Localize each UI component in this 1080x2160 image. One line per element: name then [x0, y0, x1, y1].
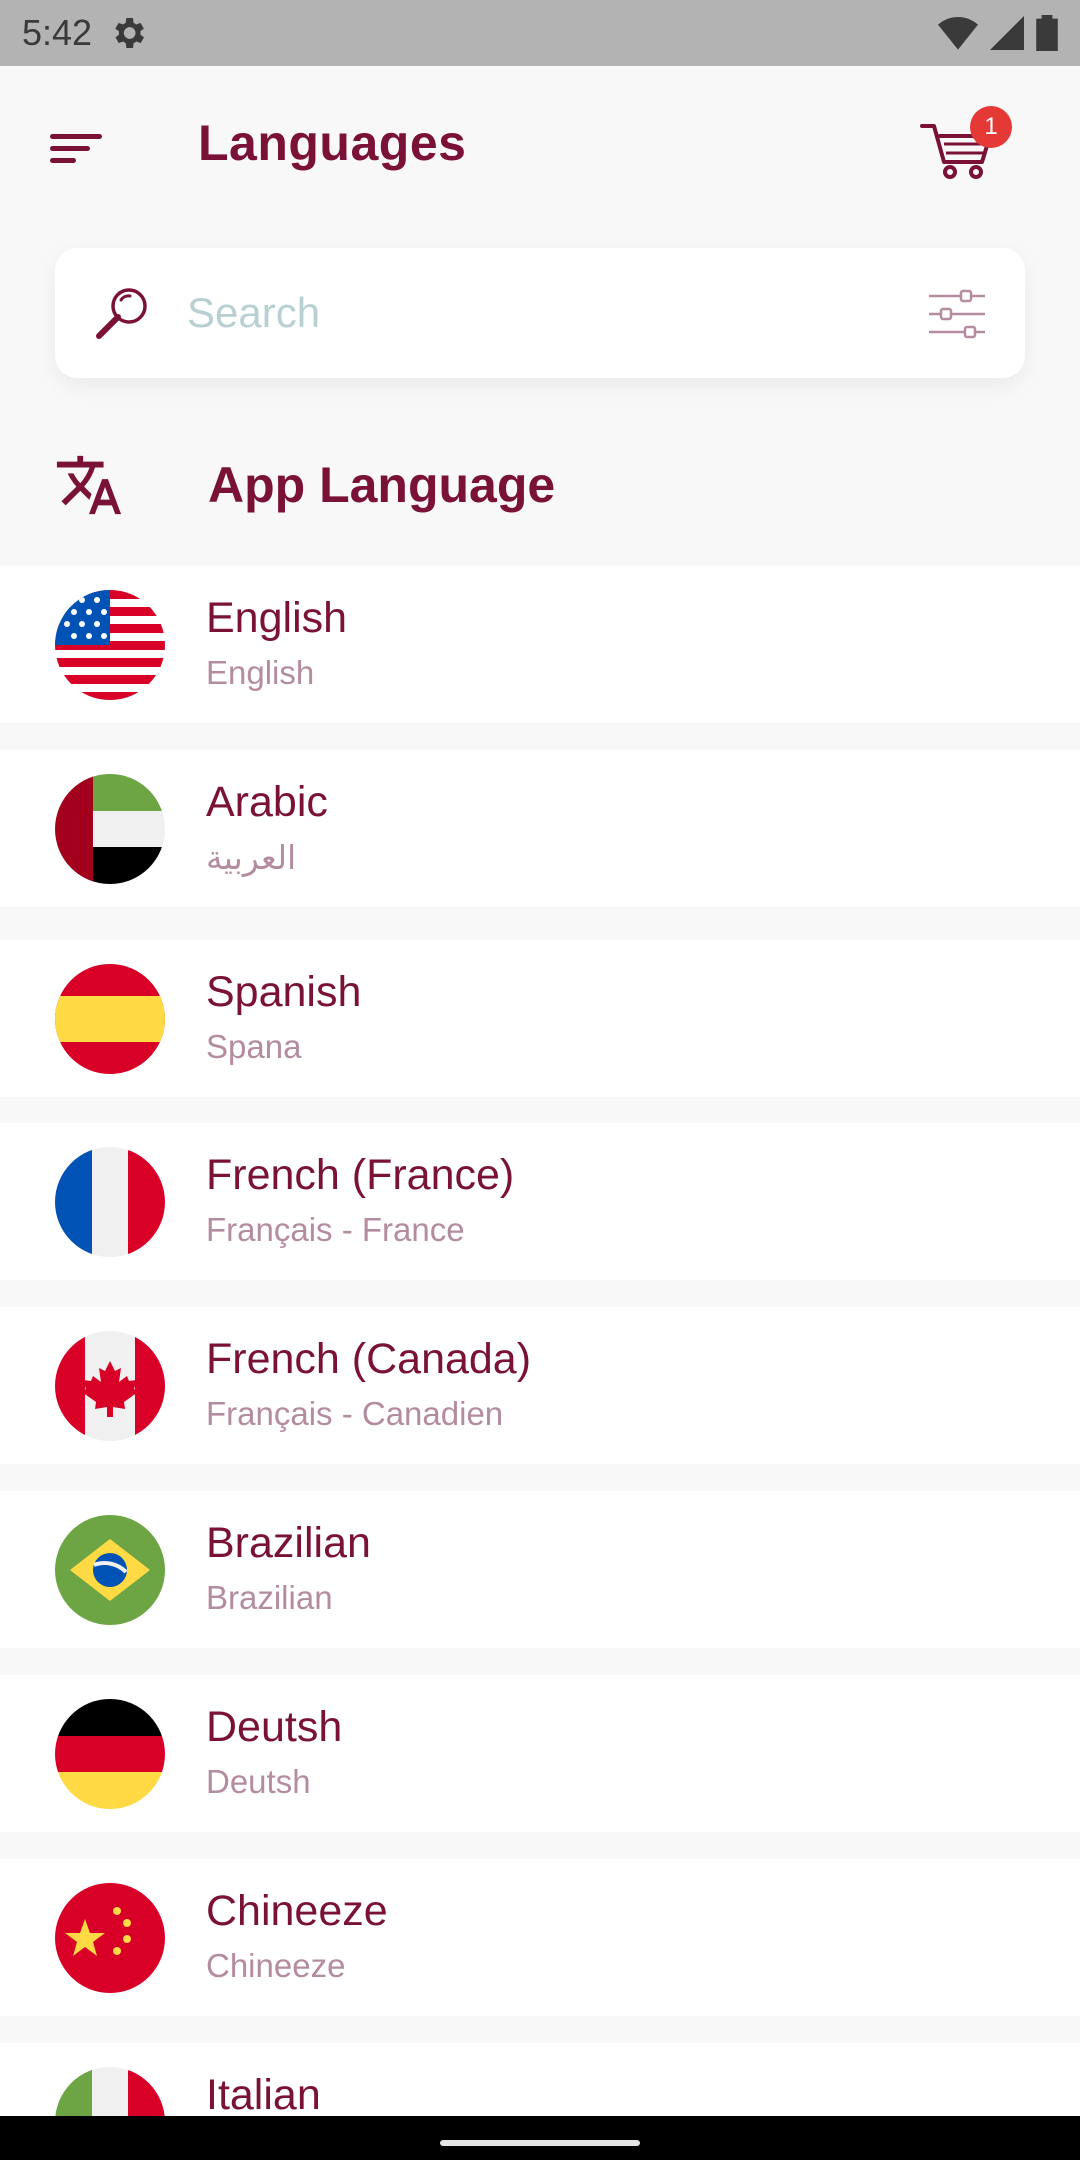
battery-icon [1036, 15, 1058, 51]
language-name: Arabic [206, 778, 328, 826]
germany-flag-icon [55, 1699, 165, 1809]
page-title: Languages [198, 115, 467, 171]
language-name: French (Canada) [206, 1335, 532, 1383]
status-bar: 5:42 [0, 0, 1080, 66]
france-flag-icon [55, 1147, 165, 1257]
language-name: Italian [206, 2071, 321, 2119]
app-screen: Languages 1 Search App Language English … [0, 66, 1080, 2160]
cell-signal-icon [990, 16, 1024, 50]
section-title: App Language [208, 457, 556, 513]
uae-flag-icon [55, 774, 165, 884]
language-name: Chineeze [206, 1887, 388, 1935]
language-item-spanish[interactable]: Spanish Spana [0, 940, 1080, 1097]
language-native-name: English [206, 654, 315, 691]
language-name: English [206, 594, 348, 642]
language-native-name: Spana [206, 1028, 302, 1065]
wifi-icon [938, 17, 978, 50]
language-item-brazilian[interactable]: Brazilian Brazilian [0, 1491, 1080, 1648]
language-native-name: Français - Canadien [206, 1395, 504, 1432]
canada-flag-icon [55, 1331, 165, 1441]
language-item-chineeze[interactable]: Chineeze Chineeze [0, 1859, 1080, 2016]
app-language-header: App Language [0, 426, 1080, 546]
spain-flag-icon [55, 964, 165, 1074]
settings-gear-icon [115, 18, 145, 48]
language-item-deutsh[interactable]: Deutsh Deutsh [0, 1675, 1080, 1832]
language-native-name: Deutsh [206, 1763, 311, 1800]
home-gesture-handle[interactable] [440, 2140, 640, 2146]
language-native-name: Chineeze [206, 1947, 346, 1984]
language-item-french-canada[interactable]: French (Canada) Français - Canadien [0, 1307, 1080, 1464]
language-item-french-france[interactable]: French (France) Français - France [0, 1123, 1080, 1280]
language-item-arabic[interactable]: Arabic العربية [0, 750, 1080, 907]
language-item-english[interactable]: English English [0, 566, 1080, 723]
cart-button[interactable]: 1 [918, 106, 1012, 186]
language-name: Spanish [206, 968, 362, 1016]
language-native-name: Brazilian [206, 1579, 333, 1616]
language-native-name: العربية [206, 839, 297, 876]
language-native-name: Français - France [206, 1211, 465, 1248]
search-input[interactable] [187, 278, 827, 348]
brazil-flag-icon [55, 1515, 165, 1625]
language-name: Brazilian [206, 1519, 371, 1567]
status-indicators [938, 15, 1058, 51]
usa-flag-icon [55, 590, 165, 700]
status-time: 5:42 [22, 12, 93, 53]
search-bar [55, 248, 1025, 378]
top-app-bar: Languages 1 [0, 66, 1080, 236]
system-navigation-bar [0, 2116, 1080, 2160]
filter-sliders-icon[interactable] [927, 288, 987, 340]
translate-icon [56, 455, 122, 515]
language-name: French (France) [206, 1151, 515, 1199]
menu-icon[interactable] [50, 126, 106, 170]
china-flag-icon [55, 1883, 165, 1993]
language-name: Deutsh [206, 1703, 343, 1751]
search-icon [96, 288, 147, 339]
cart-count-badge: 1 [970, 106, 1012, 148]
